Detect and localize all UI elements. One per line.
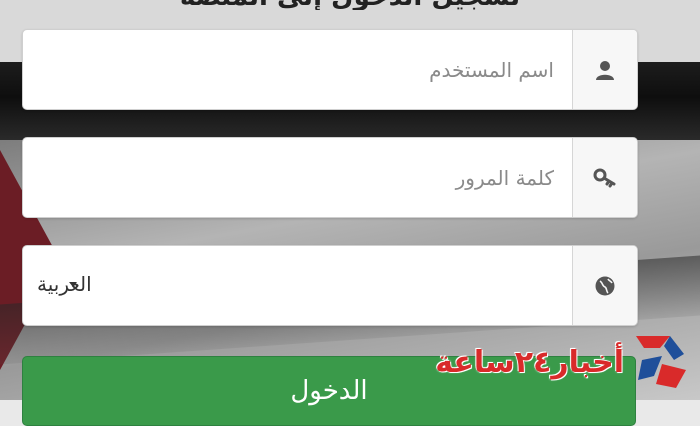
password-field [22,137,638,218]
password-input[interactable] [23,138,572,217]
key-icon [593,168,616,187]
user-icon [596,60,614,80]
globe-icon [595,276,615,295]
language-field: العربية [22,245,638,326]
username-field [22,29,638,110]
password-addon [572,138,637,217]
username-addon [572,30,637,109]
logo-icon [636,336,686,388]
language-addon [572,246,637,325]
chevron-down-icon [69,282,77,287]
watermark: أخبار٢٤ساعة [435,330,692,394]
language-select[interactable]: العربية [23,246,572,325]
username-input[interactable] [23,30,572,109]
page-title: تسجيل الدخول إلى المنصة [0,0,700,10]
watermark-text: أخبار٢٤ساعة [435,344,624,380]
language-select-value: العربية [37,272,92,296]
